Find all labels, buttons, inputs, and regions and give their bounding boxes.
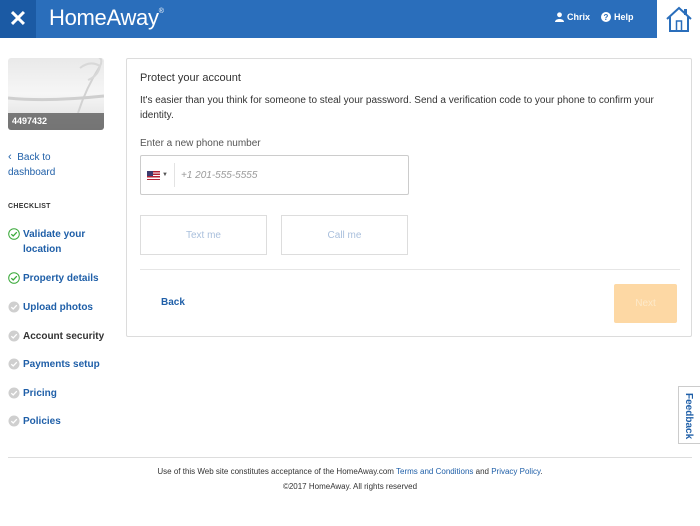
checklist-item-label: Pricing <box>23 388 57 399</box>
divider <box>140 269 680 270</box>
checklist-item-label: Upload photos <box>23 302 93 313</box>
checklist-item-label: Validate your location <box>23 229 86 255</box>
close-button[interactable]: ✕ <box>0 0 36 38</box>
checklist-item-upload-photos[interactable]: Upload photos <box>8 300 93 315</box>
check-circle-pending-icon <box>8 387 20 399</box>
help-label: Help <box>614 12 634 22</box>
feedback-tab[interactable]: Feedback <box>678 386 700 444</box>
footer-prefix: Use of this Web site constitutes accepta… <box>157 467 397 476</box>
country-code-select[interactable]: ▼ <box>141 163 175 187</box>
us-flag-icon <box>147 170 160 180</box>
back-to-dashboard-label: Back to dashboard <box>8 152 56 178</box>
back-to-dashboard-link[interactable]: ‹ Back to dashboard <box>8 150 88 180</box>
card-description: It's easier than you think for someone t… <box>140 95 654 121</box>
help-link[interactable]: ? Help <box>601 12 634 22</box>
text-me-button[interactable]: Text me <box>140 215 267 255</box>
back-button[interactable]: Back <box>161 297 185 308</box>
checklist-item-pricing[interactable]: Pricing <box>8 386 57 401</box>
privacy-link[interactable]: Privacy Policy <box>491 467 540 476</box>
property-id: 4497432 <box>8 113 104 130</box>
user-menu[interactable]: Chrix <box>555 12 590 22</box>
checklist-item-payments-setup[interactable]: Payments setup <box>8 357 100 372</box>
footer-and: and <box>473 467 492 476</box>
checklist-item-label: Property details <box>23 273 99 284</box>
top-nav-bar: ✕ HomeAway® Chrix ? Help <box>0 0 700 38</box>
property-thumbnail[interactable]: 4497432 <box>8 58 104 130</box>
palm-image <box>8 58 104 113</box>
footer-legal: Use of this Web site constitutes accepta… <box>0 467 700 476</box>
checklist-item-policies[interactable]: Policies <box>8 414 61 429</box>
next-button[interactable]: Next <box>614 284 677 323</box>
footer-divider <box>8 457 692 458</box>
account-security-card: Protect your account It's easier than yo… <box>126 58 692 337</box>
home-button[interactable] <box>657 0 700 38</box>
checklist-item-label: Account security <box>23 331 105 342</box>
feedback-label: Feedback <box>683 393 694 440</box>
check-circle-pending-icon <box>8 358 20 370</box>
homeaway-logo[interactable]: HomeAway® <box>49 5 164 31</box>
checklist-heading: CHECKLIST <box>8 203 51 210</box>
footer-suffix: . <box>540 467 543 476</box>
card-title: Protect your account <box>140 72 241 84</box>
caret-down-icon: ▼ <box>162 172 168 178</box>
phone-number-input[interactable] <box>180 169 401 181</box>
check-circle-pending-icon <box>8 301 20 313</box>
user-icon <box>555 12 564 22</box>
check-circle-icon <box>8 228 20 240</box>
house-icon <box>665 6 692 32</box>
logo-text: HomeAway <box>49 5 159 30</box>
user-name: Chrix <box>567 12 591 22</box>
checklist-item-label: Payments setup <box>23 359 100 370</box>
call-me-button[interactable]: Call me <box>281 215 408 255</box>
checklist-item-account-security[interactable]: Account security <box>8 329 104 344</box>
close-icon: ✕ <box>8 6 28 31</box>
check-circle-icon <box>8 272 20 284</box>
registered-mark: ® <box>158 8 164 15</box>
checklist-item-property-details[interactable]: Property details <box>8 271 99 286</box>
check-circle-pending-icon <box>8 415 20 427</box>
terms-link[interactable]: Terms and Conditions <box>396 467 473 476</box>
checklist-item-validate-location[interactable]: Validate your location <box>8 227 93 257</box>
checklist-item-label: Policies <box>23 416 61 427</box>
check-circle-pending-icon <box>8 330 20 342</box>
phone-number-label: Enter a new phone number <box>140 138 261 149</box>
help-icon: ? <box>601 12 611 22</box>
chevron-left-icon: ‹ <box>8 151 12 163</box>
phone-number-field: ▼ <box>140 155 409 195</box>
copyright: ©2017 HomeAway. All rights reserved <box>282 482 418 491</box>
